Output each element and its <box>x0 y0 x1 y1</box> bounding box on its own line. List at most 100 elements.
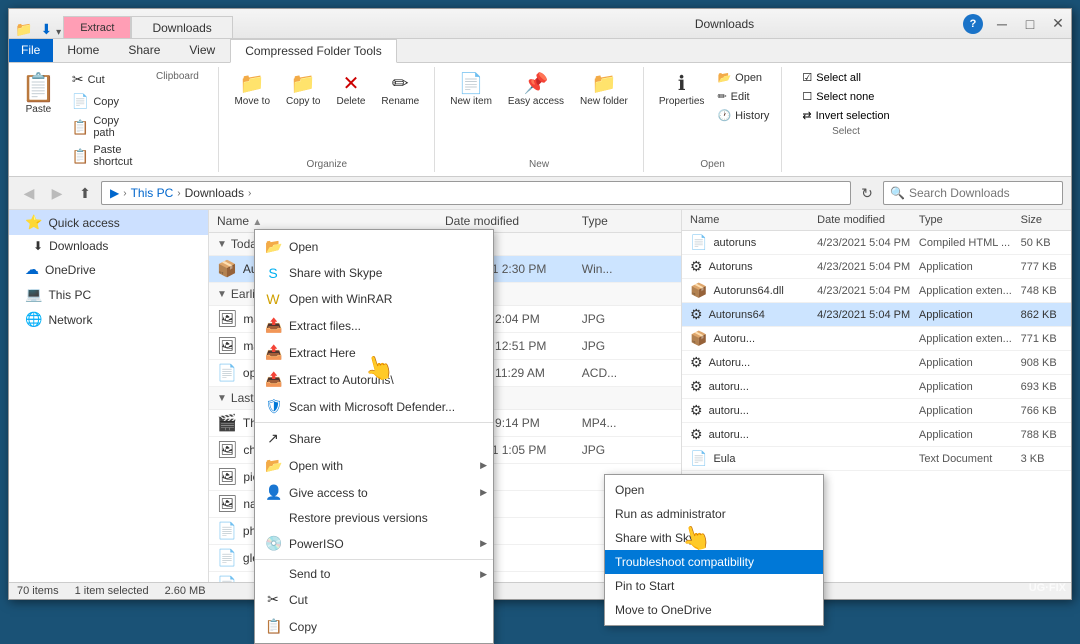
inner-name-eula: 📄 Eula <box>690 450 817 467</box>
inner-row-autoruns64[interactable]: ⚙ Autoruns64 4/23/2021 5:04 PM Applicati… <box>682 303 1071 327</box>
ctx2-move-onedrive[interactable]: Move to OneDrive <box>605 598 823 622</box>
cut-button[interactable]: ✂ Cut <box>68 69 137 90</box>
ctx-open-with[interactable]: 📂 Open with <box>255 452 493 479</box>
ctx2-pin-start[interactable]: Pin to Start <box>605 574 823 598</box>
ctx-restore-versions[interactable]: Restore previous versions <box>255 506 493 530</box>
sidebar-item-onedrive[interactable]: ☁ OneDrive <box>9 257 208 282</box>
ctx-open[interactable]: 📂 Open <box>255 233 493 260</box>
forward-button[interactable]: ▶ <box>45 181 69 205</box>
tab-downloads[interactable]: Downloads <box>131 16 232 38</box>
ctx-extract-files[interactable]: 📤 Extract files... <box>255 312 493 339</box>
new-folder-icon: 📁 <box>592 72 617 96</box>
search-input[interactable] <box>909 186 1056 200</box>
copy-to-button[interactable]: 📁 Copy to <box>279 69 327 110</box>
refresh-button[interactable]: ↻ <box>855 181 879 205</box>
ctx2-share-sky[interactable]: Share with Sky... <box>605 526 823 550</box>
edit-btn[interactable]: ✏ Edit <box>713 88 773 105</box>
paste-button[interactable]: 📋 Paste <box>13 69 64 170</box>
inner-col-name[interactable]: Name <box>690 214 817 226</box>
col-date-header[interactable]: Date modified <box>445 214 582 228</box>
paste-shortcut-button[interactable]: 📋 Paste shortcut <box>68 142 137 170</box>
new-item-button[interactable]: 📄 New item <box>443 69 499 110</box>
ctx-send-to[interactable]: Send to <box>255 562 493 586</box>
ctx-copy[interactable]: 📋 Copy <box>255 613 493 640</box>
close-button[interactable]: ✕ <box>1045 14 1071 34</box>
ctx-open-label: Open <box>289 240 318 254</box>
inner-row-autoru9[interactable]: ⚙ autoru... Application 788 KB <box>682 423 1071 447</box>
invert-icon: ⇄ <box>802 109 811 122</box>
select-none-button[interactable]: ☐ Select none <box>798 88 893 105</box>
inner-col-size[interactable]: Size <box>1021 214 1063 226</box>
properties-button[interactable]: ℹ Properties <box>652 69 712 110</box>
ctx2-run-admin[interactable]: Run as administrator <box>605 502 823 526</box>
minimize-button[interactable]: ─ <box>989 14 1015 34</box>
tab-extract[interactable]: Extract <box>63 16 131 38</box>
address-path[interactable]: ▶ › This PC › Downloads › <box>101 181 851 205</box>
up-button[interactable]: ⬆ <box>73 181 97 205</box>
file-type-matrix1: JPG <box>582 312 673 326</box>
inner-col-type[interactable]: Type <box>919 214 1021 226</box>
ctx-give-access[interactable]: 👤 Give access to <box>255 479 493 506</box>
help-button[interactable]: ? <box>963 14 983 34</box>
maximize-button[interactable]: □ <box>1017 14 1043 34</box>
col-type-header[interactable]: Type <box>582 214 673 228</box>
file-icon-matrix2: 🖼 <box>217 336 237 356</box>
delete-button[interactable]: ✕ Delete <box>330 69 373 110</box>
open-btn[interactable]: 📂 Open <box>713 69 773 86</box>
select-all-button[interactable]: ☑ Select all <box>798 69 893 86</box>
ribbon-tab-compressed[interactable]: Compressed Folder Tools <box>230 39 397 63</box>
ctx-scan-defender[interactable]: 🛡 Scan with Microsoft Defender... <box>255 393 493 420</box>
inner-icon-autoru7: ⚙ <box>690 378 703 395</box>
inner-row-autoruns64dll[interactable]: 📦 Autoruns64.dll 4/23/2021 5:04 PM Appli… <box>682 279 1071 303</box>
ribbon-tab-share[interactable]: Share <box>114 39 175 62</box>
inner-row-autoru6[interactable]: ⚙ Autoru... Application 908 KB <box>682 351 1071 375</box>
sidebar-item-network[interactable]: 🌐 Network <box>9 307 208 332</box>
inner-col-date[interactable]: Date modified <box>817 214 919 226</box>
ctx-share[interactable]: ↗ Share <box>255 425 493 452</box>
new-folder-button[interactable]: 📁 New folder <box>573 69 635 110</box>
inner-row-autoruns-html[interactable]: 📄 autoruns 4/23/2021 5:04 PM Compiled HT… <box>682 231 1071 255</box>
sidebar-item-this-pc[interactable]: 💻 This PC <box>9 282 208 307</box>
inner-row-eula[interactable]: 📄 Eula Text Document 3 KB <box>682 447 1071 471</box>
easy-access-button[interactable]: 📌 Easy access <box>501 69 571 110</box>
sidebar-item-downloads-link[interactable]: ⬇ Downloads <box>9 235 208 257</box>
back-button[interactable]: ◀ <box>17 181 41 205</box>
ctx-poweriso[interactable]: 💿 PowerISO <box>255 530 493 557</box>
copy-to-label: Copy to <box>286 96 320 107</box>
history-btn[interactable]: 🕐 History <box>713 107 773 124</box>
ctx-open-winrar[interactable]: W Open with WinRAR <box>255 286 493 312</box>
copy-icon: 📄 <box>72 93 89 110</box>
copy-button[interactable]: 📄 Copy <box>68 91 137 112</box>
ctx2-open-label: Open <box>615 483 644 497</box>
inner-row-autoru7[interactable]: ⚙ autoru... Application 693 KB <box>682 375 1071 399</box>
invert-selection-button[interactable]: ⇄ Invert selection <box>798 107 893 124</box>
inner-row-autoru8[interactable]: ⚙ autoru... Application 766 KB <box>682 399 1071 423</box>
copy-to-icon: 📁 <box>291 72 316 96</box>
ctx-cut[interactable]: ✂ Cut <box>255 586 493 613</box>
move-to-button[interactable]: 📁 Move to <box>227 69 277 110</box>
ctx2-open[interactable]: Open <box>605 478 823 502</box>
inner-row-autoru5[interactable]: 📦 Autoru... Application exten... 771 KB <box>682 327 1071 351</box>
sidebar-item-quick-access[interactable]: ⭐ Quick access <box>9 210 208 235</box>
select-all-icon: ☑ <box>802 71 812 84</box>
ctx-scan-defender-label: Scan with Microsoft Defender... <box>289 400 455 414</box>
clipboard-small-buttons: ✂ Cut 📄 Copy 📋 Copy path 📋 Paste shortcu… <box>64 69 141 170</box>
select-label: Select <box>832 126 860 137</box>
ctx2-troubleshoot[interactable]: Troubleshoot compatibility <box>605 550 823 574</box>
ribbon-tab-home[interactable]: Home <box>53 39 114 62</box>
col-name-header[interactable]: Name ▲ <box>217 214 445 228</box>
sort-arrow: ▲ <box>252 217 262 228</box>
ctx-skype-icon: S <box>265 265 281 281</box>
ribbon-tab-file[interactable]: File <box>9 39 53 62</box>
copy-path-button[interactable]: 📋 Copy path <box>68 113 137 141</box>
ribbon-tab-view[interactable]: View <box>175 39 230 62</box>
inner-name-autoruns64: ⚙ Autoruns64 <box>690 306 817 323</box>
onedrive-label: OneDrive <box>45 263 96 277</box>
inner-row-autoruns-app[interactable]: ⚙ Autoruns 4/23/2021 5:04 PM Application… <box>682 255 1071 279</box>
file-type-autoruns: Win... <box>582 262 673 276</box>
explorer-window: 📁 ⬇ ▾ Extract Downloads Downloads ? ─ □ … <box>8 8 1072 600</box>
ctx-share-skype[interactable]: S Share with Skype <box>255 260 493 286</box>
paste-label: Paste <box>26 104 52 115</box>
rename-button[interactable]: ✏ Rename <box>374 69 426 110</box>
open-small-buttons: 📂 Open ✏ Edit 🕐 History <box>713 69 773 124</box>
